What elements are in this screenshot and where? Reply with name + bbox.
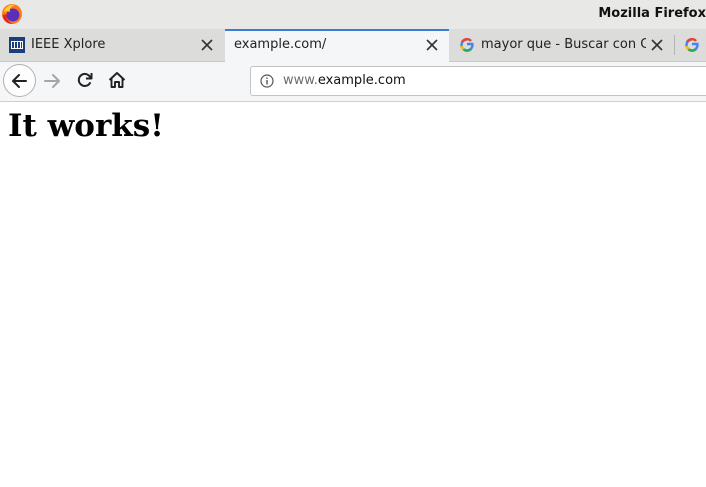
- google-icon: [685, 37, 699, 52]
- forward-button[interactable]: [42, 70, 64, 92]
- tab-example-com[interactable]: example.com/: [225, 29, 449, 62]
- window-title: Mozilla Firefox: [598, 6, 706, 21]
- navigation-toolbar: www.example.com: [0, 62, 706, 102]
- google-icon: [460, 37, 474, 52]
- page-content: It works!: [0, 102, 706, 487]
- close-tab-icon[interactable]: [650, 38, 664, 52]
- home-icon: [108, 72, 126, 88]
- reload-button[interactable]: [75, 70, 97, 92]
- firefox-logo-icon[interactable]: [1, 3, 23, 25]
- url-domain: example.com: [317, 73, 406, 88]
- tab-google-partial[interactable]: [675, 29, 706, 61]
- reload-icon: [77, 72, 93, 87]
- tab-strip: IEEE Xplore example.com/ mayor que - Bus…: [0, 29, 706, 62]
- page-heading: It works!: [8, 108, 164, 144]
- tab-ieee-xplore[interactable]: IEEE Xplore: [0, 29, 225, 61]
- arrow-right-icon: [44, 74, 60, 88]
- url-text[interactable]: www.example.com: [283, 73, 406, 88]
- close-tab-icon[interactable]: [425, 38, 439, 52]
- close-tab-icon[interactable]: [200, 38, 214, 52]
- arrow-left-icon: [12, 74, 27, 88]
- info-icon[interactable]: [260, 74, 274, 88]
- url-bar[interactable]: www.example.com: [250, 66, 706, 96]
- back-button[interactable]: [3, 64, 36, 97]
- tab-label: IEEE Xplore: [31, 37, 106, 52]
- tab-label: example.com/: [234, 37, 327, 52]
- ieee-icon: [9, 37, 25, 53]
- title-bar: Mozilla Firefox: [0, 0, 706, 29]
- home-button[interactable]: [107, 70, 129, 92]
- url-prefix: www.: [283, 73, 318, 88]
- tab-google-search[interactable]: mayor que - Buscar con Google: [450, 29, 674, 61]
- tab-label: mayor que - Buscar con Google: [481, 37, 646, 52]
